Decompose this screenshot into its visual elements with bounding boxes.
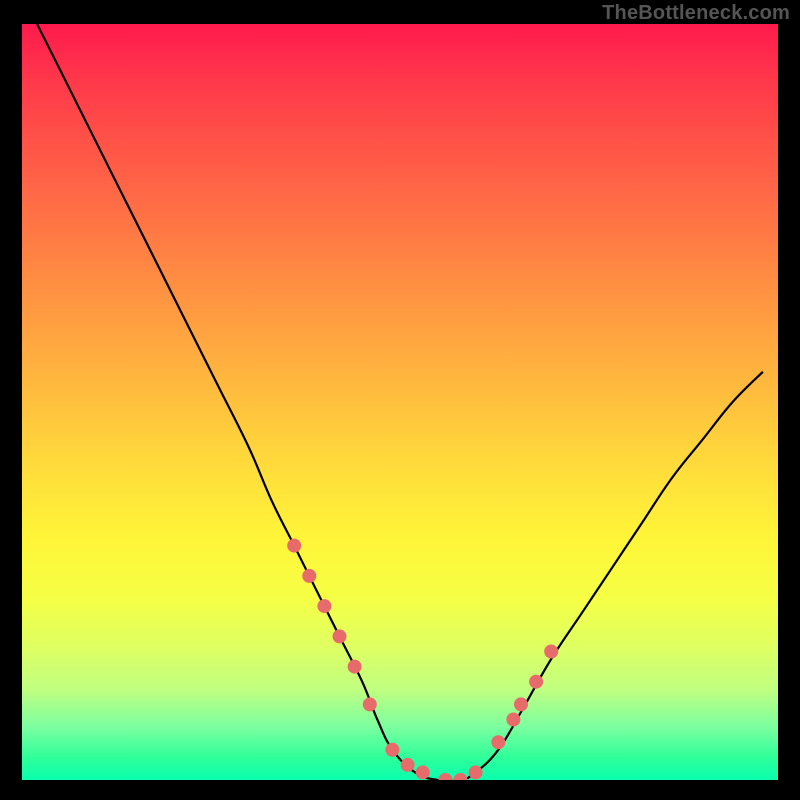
highlighted-point — [469, 765, 483, 779]
highlighted-point — [333, 629, 347, 643]
site-watermark: TheBottleneck.com — [602, 2, 790, 25]
highlighted-point — [544, 645, 558, 659]
highlighted-point — [363, 697, 377, 711]
highlighted-point — [454, 773, 468, 780]
bottleneck-curve — [37, 24, 763, 780]
chart-svg — [22, 24, 778, 780]
highlighted-point — [529, 675, 543, 689]
highlighted-point — [317, 599, 331, 613]
highlighted-point — [514, 697, 528, 711]
highlighted-point — [491, 735, 505, 749]
highlighted-points-group — [287, 539, 558, 780]
highlighted-point — [401, 758, 415, 772]
highlighted-point — [416, 765, 430, 779]
highlighted-point — [302, 569, 316, 583]
chart-plot-area — [22, 24, 778, 780]
highlighted-point — [506, 713, 520, 727]
highlighted-point — [287, 539, 301, 553]
highlighted-point — [438, 773, 452, 780]
highlighted-point — [385, 743, 399, 757]
highlighted-point — [348, 660, 362, 674]
